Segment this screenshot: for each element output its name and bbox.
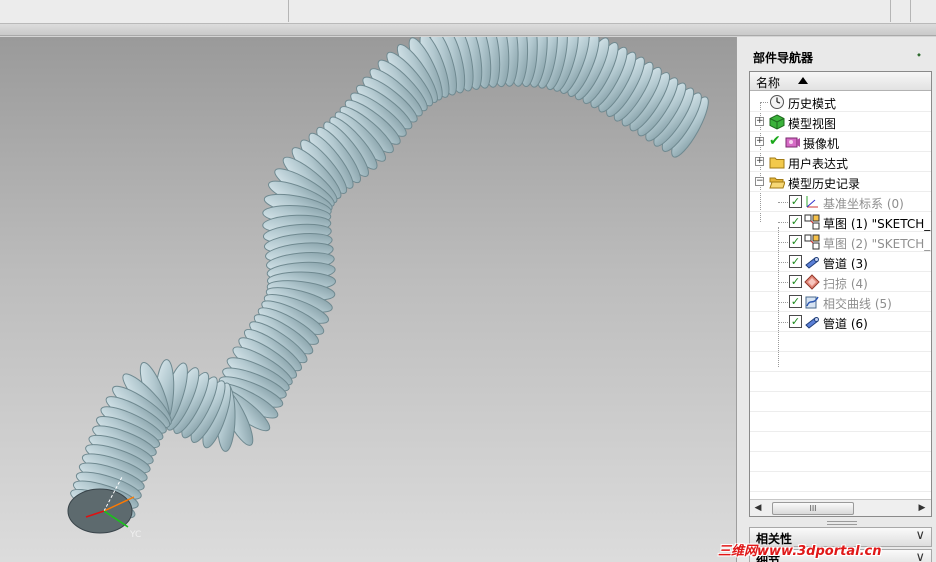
tree-item-label: 管道 (3) bbox=[823, 257, 868, 271]
chevron-down-icon[interactable]: ∨ bbox=[915, 528, 925, 543]
tree-item-label: 草图 (1) "SKETCH_0 bbox=[823, 217, 931, 231]
tree-item-datum-csys[interactable]: ✓ 基准坐标系 (0) bbox=[750, 192, 931, 212]
sketch-icon bbox=[804, 214, 820, 230]
tree-connector bbox=[778, 242, 788, 243]
sort-ascending-icon bbox=[798, 77, 808, 84]
tree-connector bbox=[778, 282, 788, 283]
navigator-tree[interactable]: 名称 历史模式 + 模型视图 + ✔ 摄像机 + 用户表达式 − 模型历史记录 … bbox=[749, 71, 932, 517]
tree-item-label: 管道 (6) bbox=[823, 317, 868, 331]
column-header[interactable]: 名称 bbox=[750, 72, 931, 91]
tube-icon bbox=[805, 317, 819, 329]
tree-item-label: 历史模式 bbox=[788, 97, 837, 111]
sketch-icon bbox=[804, 234, 820, 250]
visibility-checkbox[interactable]: ✓ bbox=[789, 255, 802, 268]
panel-title: 部件导航器 bbox=[753, 51, 814, 65]
tree-item-model-views[interactable]: + 模型视图 bbox=[750, 112, 931, 132]
empty-row bbox=[750, 372, 931, 392]
empty-row bbox=[750, 452, 931, 472]
scroll-left-icon[interactable]: ◀ bbox=[752, 502, 764, 514]
visibility-checkbox[interactable]: ✓ bbox=[789, 295, 802, 308]
empty-row bbox=[750, 332, 931, 352]
empty-row bbox=[750, 352, 931, 372]
chevron-down-icon[interactable]: ∨ bbox=[915, 550, 925, 562]
tree-item-label: 模型视图 bbox=[788, 117, 837, 131]
toolbar-separator bbox=[288, 0, 289, 22]
watermark: 三维网www.3dportal.cn bbox=[718, 544, 882, 559]
swept-icon bbox=[804, 274, 820, 290]
column-header-name[interactable]: 名称 bbox=[756, 74, 780, 91]
expand-icon[interactable]: + bbox=[755, 117, 764, 126]
cube-icon bbox=[769, 114, 785, 130]
tree-item-label: 模型历史记录 bbox=[788, 177, 861, 191]
pipe-end-cap bbox=[67, 488, 133, 534]
tree-item-label: 草图 (2) "SKETCH_0 bbox=[823, 237, 931, 251]
axis-label-yc: YC bbox=[129, 530, 141, 540]
empty-row bbox=[750, 432, 931, 452]
tree-item-model-history[interactable]: − 模型历史记录 bbox=[750, 172, 931, 192]
visibility-checkbox[interactable]: ✓ bbox=[789, 215, 802, 228]
empty-row bbox=[750, 412, 931, 432]
tree-connector bbox=[778, 302, 788, 303]
clock-icon bbox=[770, 95, 784, 109]
collapse-icon[interactable]: − bbox=[755, 177, 764, 186]
scroll-thumb[interactable]: III bbox=[772, 502, 854, 515]
tree-item-cameras[interactable]: + ✔ 摄像机 bbox=[750, 132, 931, 152]
tree-item-swept-4[interactable]: ✓ 扫掠 (4) bbox=[750, 272, 931, 292]
visibility-checkbox[interactable]: ✓ bbox=[789, 275, 802, 288]
tree-item-sketch-1[interactable]: ✓ 草图 (1) "SKETCH_0 bbox=[750, 212, 931, 232]
toolbar-separator bbox=[910, 0, 911, 22]
pin-icon[interactable]: ⬩ bbox=[917, 49, 929, 61]
tree-connector bbox=[778, 222, 788, 223]
visibility-checkbox[interactable]: ✓ bbox=[789, 315, 802, 328]
tree-item-label: 摄像机 bbox=[803, 137, 840, 151]
tree-item-label: 用户表达式 bbox=[788, 157, 849, 171]
open-folder-icon bbox=[769, 177, 785, 189]
visibility-checkbox[interactable]: ✓ bbox=[789, 195, 802, 208]
toolbar-strip bbox=[0, 24, 936, 36]
toolbar-separator bbox=[890, 0, 891, 22]
toolbar bbox=[0, 0, 936, 24]
folder-icon bbox=[769, 157, 785, 169]
tree-item-label: 基准坐标系 (0) bbox=[823, 197, 904, 211]
empty-row bbox=[750, 392, 931, 412]
panel-splitter[interactable] bbox=[827, 521, 857, 525]
tree-item-label: 扫掠 (4) bbox=[823, 277, 868, 291]
horizontal-scrollbar[interactable]: ◀ III ▶ bbox=[750, 499, 931, 516]
tree-item-history-mode[interactable]: 历史模式 bbox=[750, 92, 931, 112]
tree-item-label: 相交曲线 (5) bbox=[823, 297, 892, 311]
app-window: YC 部件导航器 ⬩ 名称 历史模式 + 模型视图 + ✔ 摄像机 + 用户表达… bbox=[0, 0, 936, 562]
tree-connector bbox=[778, 202, 788, 203]
tube-icon bbox=[805, 257, 819, 269]
datum-csys-icon bbox=[806, 196, 818, 208]
empty-row bbox=[750, 472, 931, 492]
expand-icon[interactable]: + bbox=[755, 157, 764, 166]
expand-icon[interactable]: + bbox=[755, 137, 764, 146]
part-navigator-panel: 部件导航器 ⬩ 名称 历史模式 + 模型视图 + ✔ 摄像机 + 用户表达式 −… bbox=[736, 37, 936, 562]
tree-item-sketch-2[interactable]: ✓ 草图 (2) "SKETCH_0 bbox=[750, 232, 931, 252]
camera-icon bbox=[785, 137, 800, 148]
tree-connector bbox=[760, 102, 768, 103]
checkmark-icon: ✔ bbox=[769, 133, 781, 149]
intersection-curve-icon bbox=[805, 296, 819, 309]
tree-item-intersection-curve-5[interactable]: ✓ 相交曲线 (5) bbox=[750, 292, 931, 312]
model-canvas: YC bbox=[67, 37, 715, 540]
scroll-right-icon[interactable]: ▶ bbox=[916, 502, 928, 514]
tree-connector bbox=[778, 262, 788, 263]
tree-connector bbox=[778, 322, 788, 323]
corrugated-pipe-model[interactable] bbox=[68, 37, 715, 524]
tree-item-tube-3[interactable]: ✓ 管道 (3) bbox=[750, 252, 931, 272]
graphics-viewport[interactable]: YC bbox=[0, 37, 736, 562]
visibility-checkbox[interactable]: ✓ bbox=[789, 235, 802, 248]
tree-item-tube-6[interactable]: ✓ 管道 (6) bbox=[750, 312, 931, 332]
tree-item-user-expressions[interactable]: + 用户表达式 bbox=[750, 152, 931, 172]
